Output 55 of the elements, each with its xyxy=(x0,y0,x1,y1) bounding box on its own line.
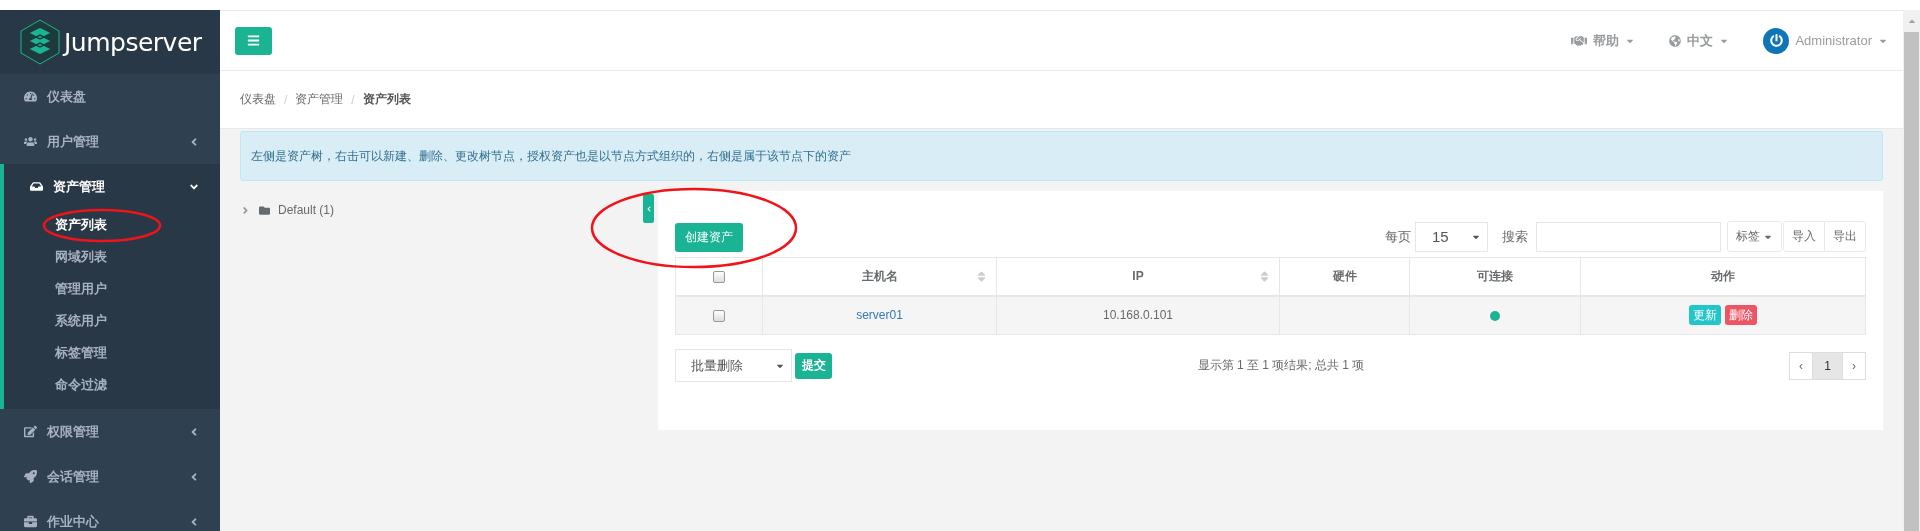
folder-icon xyxy=(259,204,270,216)
brand-name: Jumpserver xyxy=(64,27,202,57)
sidebar-item[interactable]: 用户管理 xyxy=(0,119,220,164)
breadcrumb-separator: / xyxy=(351,92,355,107)
delete-button[interactable]: 删除 xyxy=(1725,305,1757,326)
previous-page-button[interactable]: ‹ xyxy=(1789,351,1813,380)
sidebar-item[interactable]: 权限管理 xyxy=(0,409,220,454)
logo-icon xyxy=(20,19,60,65)
next-page-button[interactable]: › xyxy=(1842,351,1866,380)
table-cell: 10.168.0.101 xyxy=(996,295,1280,335)
avatar-icon xyxy=(1763,27,1790,54)
checkbox[interactable] xyxy=(713,271,725,284)
column-header: 可连接 xyxy=(1409,257,1581,296)
search-label: 搜索 xyxy=(1502,227,1528,246)
column-header: 硬件 xyxy=(1279,257,1410,296)
sidebar-item[interactable]: 仪表盘 xyxy=(0,74,220,119)
column-header: 动作 xyxy=(1580,257,1866,296)
globe-icon xyxy=(1669,34,1682,47)
column-header[interactable]: IP xyxy=(996,257,1280,296)
page-size-label: 每页 xyxy=(1385,227,1411,246)
tree-node[interactable]: Default (1) xyxy=(278,203,335,217)
language-menu[interactable]: 中文 xyxy=(1669,31,1730,50)
expand-icon[interactable] xyxy=(240,204,251,216)
chevron-left-icon xyxy=(645,205,652,212)
sidebar-subitem[interactable]: 管理用户 xyxy=(55,280,107,298)
sidebar-subitem[interactable]: 网域列表 xyxy=(55,248,107,266)
search-field[interactable] xyxy=(1536,221,1721,252)
info-alert: 左侧是资产树，右击可以新建、删除、更改树节点，授权资产也是以节点方式组织的，右侧是属于该节点下的资产 xyxy=(240,131,1883,181)
breadcrumb-link[interactable]: 资产列表 xyxy=(362,91,411,108)
bulk-action-select[interactable]: 批量删除 xyxy=(675,349,792,382)
hostname-link[interactable]: server01 xyxy=(856,308,903,323)
tag-button[interactable]: 标签 xyxy=(1727,221,1782,252)
user-menu[interactable]: Administrator xyxy=(1763,27,1888,54)
checkbox[interactable] xyxy=(713,310,725,323)
sort-icon[interactable] xyxy=(975,270,988,283)
import-button[interactable]: 导入 xyxy=(1783,221,1825,252)
sidebar-subitem[interactable]: 命令过滤 xyxy=(55,376,107,394)
sidebar-subitem[interactable]: 标签管理 xyxy=(55,344,107,362)
menu-button[interactable] xyxy=(235,26,272,55)
page-button[interactable]: 1 xyxy=(1812,351,1843,380)
sidebar-subitem[interactable]: 系统用户 xyxy=(55,312,107,330)
select-all-cell[interactable] xyxy=(675,257,763,296)
sort-icon[interactable] xyxy=(1258,270,1271,283)
breadcrumb-link[interactable]: 仪表盘 xyxy=(240,91,276,108)
results-summary: 显示第 1 至 1 项结果; 总共 1 项 xyxy=(1197,357,1365,374)
collapse-button[interactable] xyxy=(643,194,654,223)
sidebar-item[interactable]: 会话管理 xyxy=(0,454,220,499)
scroll-bar[interactable] xyxy=(1903,10,1920,531)
sidebar-item[interactable]: 作业中心 xyxy=(0,499,220,531)
page-size-select[interactable]: 15 xyxy=(1415,221,1488,252)
sidebar-item[interactable]: 资产管理 xyxy=(0,164,220,209)
column-header[interactable]: 主机名 xyxy=(762,257,997,296)
breadcrumb-separator: / xyxy=(284,92,288,107)
breadcrumb-link[interactable]: 资产管理 xyxy=(295,91,344,108)
export-button[interactable]: 导出 xyxy=(1824,221,1866,252)
